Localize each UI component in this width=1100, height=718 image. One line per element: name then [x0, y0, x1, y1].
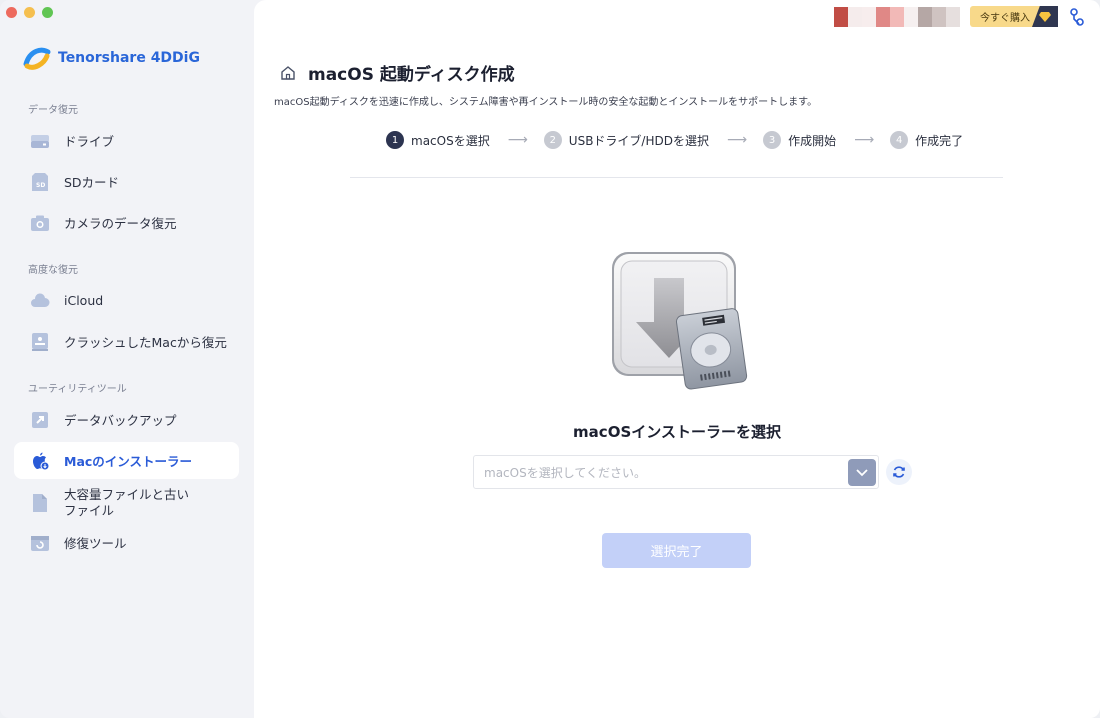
app-window: Tenorshare 4DDiG データ復元 ドライブ SD SDカード カメラ…: [0, 0, 1100, 718]
sidebar-item-label: 修復ツール: [64, 536, 127, 551]
drive-icon: [31, 134, 49, 148]
diamond-icon: [1032, 6, 1058, 27]
arrow-right-icon: ⟶: [854, 132, 875, 148]
step-number: 3: [763, 131, 782, 149]
select-title: macOSインストーラーを選択: [573, 423, 781, 441]
sidebar-item-repair[interactable]: 修復ツール: [14, 524, 239, 561]
topbar: 今すぐ購入: [834, 6, 1086, 27]
refresh-button[interactable]: [886, 459, 912, 485]
stepper: 1 macOSを選択 ⟶ 2 USBドライブ/HDDを選択 ⟶ 3 作成開始 ⟶…: [386, 131, 963, 149]
cloud-icon: [31, 292, 50, 307]
brand: Tenorshare 4DDiG: [22, 44, 200, 72]
repair-icon: [31, 535, 49, 551]
confirm-selection-button[interactable]: 選択完了: [602, 533, 751, 568]
sidebar-item-label: データバックアップ: [64, 413, 177, 428]
step-2: 2 USBドライブ/HDDを選択: [543, 131, 709, 149]
step-number: 1: [386, 131, 404, 149]
step-4: 4 作成完了: [890, 131, 963, 149]
step-label: 作成開始: [788, 133, 837, 148]
close-window-button[interactable]: [6, 7, 17, 18]
sidebar: Tenorshare 4DDiG データ復元 ドライブ SD SDカード カメラ…: [0, 0, 254, 718]
divider: [350, 177, 1003, 178]
step-1: 1 macOSを選択: [386, 131, 490, 149]
sidebar-item-label-line2: ファイル: [64, 503, 115, 518]
sidebar-item-label-multiline: 大容量ファイルと古い ファイル: [64, 487, 189, 519]
macos-installer-icon: [612, 252, 748, 390]
sidebar-item-label: カメラのデータ復元: [64, 216, 177, 231]
sidebar-item-mac-installer[interactable]: Macのインストーラー: [14, 442, 239, 479]
sidebar-item-label: ドライブ: [64, 134, 115, 149]
backup-icon: [32, 411, 48, 428]
main-panel: 今すぐ購入 macOS 起動ディスク作成 macOS起動ディスクを迅速に作成し、…: [254, 0, 1100, 718]
svg-text:SD: SD: [36, 182, 45, 189]
sidebar-item-label: 大容量ファイルと古い: [64, 487, 190, 502]
sd-card-icon: SD: [32, 172, 48, 191]
sidebar-item-label: Macのインストーラー: [64, 454, 193, 469]
sidebar-item-label: SDカード: [64, 175, 120, 190]
step-3: 3 作成開始: [763, 131, 836, 149]
zoom-window-button[interactable]: [42, 7, 53, 18]
section-label-data-recovery: データ復元: [28, 105, 78, 116]
sidebar-item-camera[interactable]: カメラのデータ復元: [14, 204, 239, 241]
page-description: macOS起動ディスクを迅速に作成し、システム障害や再インストール時の安全な起動…: [274, 97, 818, 108]
macos-select[interactable]: macOSを選択してください。: [473, 455, 879, 489]
buy-now-label: 今すぐ購入: [980, 13, 1030, 24]
step-label: USBドライブ/HDDを選択: [568, 133, 709, 148]
sidebar-item-large-files[interactable]: 大容量ファイルと古い ファイル: [14, 483, 239, 523]
sidebar-item-drive[interactable]: ドライブ: [14, 122, 239, 159]
crashed-mac-icon: [32, 332, 48, 351]
step-label: 作成完了: [915, 133, 964, 148]
sidebar-item-sd-card[interactable]: SD SDカード: [14, 163, 239, 200]
minimize-window-button[interactable]: [24, 7, 35, 18]
step-number: 2: [543, 131, 562, 149]
file-icon: [33, 494, 47, 512]
sidebar-item-icloud[interactable]: iCloud: [14, 282, 239, 319]
step-number: 4: [890, 131, 909, 149]
arrow-right-icon: ⟶: [726, 132, 748, 148]
chevron-down-icon[interactable]: [848, 459, 876, 486]
sidebar-item-backup[interactable]: データバックアップ: [14, 401, 239, 438]
brand-name: Tenorshare 4DDiG: [58, 50, 200, 66]
window-controls: [6, 7, 53, 18]
page-header: macOS 起動ディスク作成: [280, 60, 515, 85]
brand-logo-icon: [23, 47, 51, 70]
section-label-advanced: 高度な復元: [28, 265, 78, 276]
sidebar-item-crashed-mac[interactable]: クラッシュしたMacから復元: [14, 323, 239, 360]
select-placeholder: macOSを選択してください。: [484, 465, 646, 480]
sidebar-item-label: クラッシュしたMacから復元: [64, 335, 227, 350]
section-label-utilities: ユーティリティツール: [28, 384, 127, 395]
apple-icon: [33, 452, 50, 470]
step-label: macOSを選択: [411, 133, 490, 148]
home-icon[interactable]: [280, 65, 296, 81]
buy-now-button[interactable]: 今すぐ購入: [970, 6, 1058, 27]
page-title: macOS 起動ディスク作成: [308, 65, 515, 85]
arrow-right-icon: ⟶: [507, 132, 528, 148]
user-icon[interactable]: [1068, 7, 1086, 27]
sidebar-item-label: iCloud: [64, 293, 104, 308]
refresh-icon: [893, 466, 905, 478]
user-account-blurred: [834, 6, 960, 27]
camera-icon: [31, 215, 49, 231]
